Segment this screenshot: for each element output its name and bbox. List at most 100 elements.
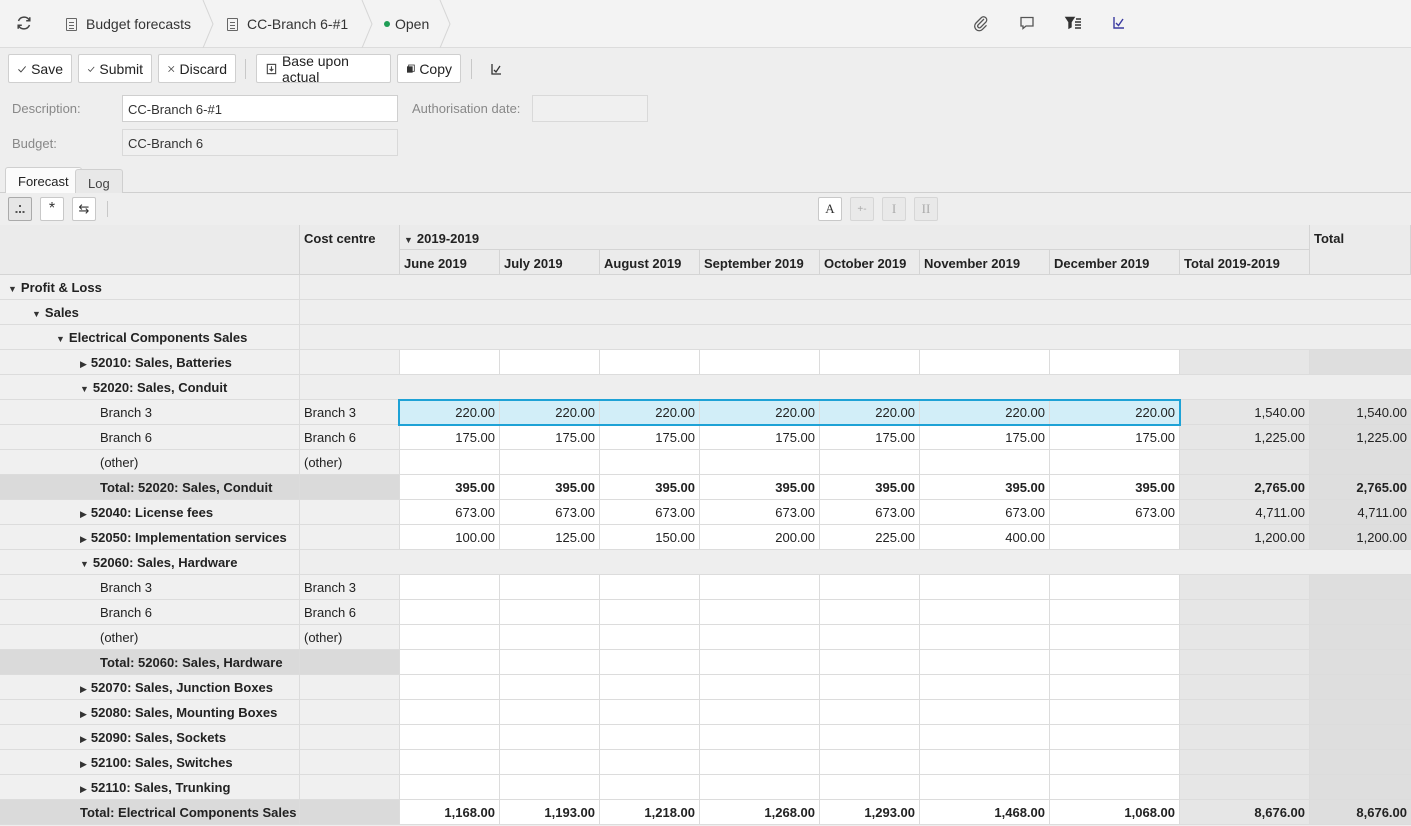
value-cell[interactable]	[1050, 675, 1180, 700]
period-group-header[interactable]: ▼ 2019-2019	[400, 225, 1310, 250]
swap-button[interactable]: ⇆	[72, 197, 96, 221]
value-cell[interactable]: 220.00	[600, 400, 700, 425]
value-cell[interactable]	[920, 575, 1050, 600]
value-cell[interactable]	[700, 700, 820, 725]
value-cell[interactable]	[820, 600, 920, 625]
value-cell[interactable]	[1050, 625, 1180, 650]
row-label[interactable]: ▼ Electrical Components Sales	[0, 325, 300, 350]
value-cell[interactable]	[1050, 775, 1180, 800]
month-header[interactable]: June 2019	[400, 250, 500, 275]
value-cell[interactable]	[920, 700, 1050, 725]
value-cell[interactable]	[600, 600, 700, 625]
value-cell[interactable]	[700, 350, 820, 375]
month-header[interactable]: December 2019	[1050, 250, 1180, 275]
value-cell[interactable]	[1050, 750, 1180, 775]
value-cell[interactable]	[920, 775, 1050, 800]
row-label[interactable]: ▼ Sales	[0, 300, 300, 325]
value-cell[interactable]	[500, 675, 600, 700]
value-cell[interactable]	[600, 450, 700, 475]
value-cell[interactable]	[700, 600, 820, 625]
value-cell[interactable]	[500, 350, 600, 375]
value-cell[interactable]: 673.00	[820, 500, 920, 525]
month-header[interactable]: September 2019	[700, 250, 820, 275]
value-cell[interactable]	[820, 750, 920, 775]
value-cell[interactable]	[600, 350, 700, 375]
value-cell[interactable]: 673.00	[1050, 500, 1180, 525]
collapse-triangle-icon[interactable]: ▼	[80, 384, 89, 394]
copy-button[interactable]: Copy	[397, 54, 461, 83]
value-cell[interactable]	[400, 625, 500, 650]
description-field[interactable]: CC-Branch 6-#1	[122, 95, 398, 122]
value-cell[interactable]	[920, 675, 1050, 700]
value-cell[interactable]	[600, 700, 700, 725]
value-cell[interactable]	[700, 775, 820, 800]
collapse-triangle-icon[interactable]: ▼	[80, 559, 89, 569]
value-cell[interactable]	[500, 775, 600, 800]
expand-triangle-icon[interactable]: ▶	[80, 534, 87, 545]
month-header[interactable]: July 2019	[500, 250, 600, 275]
value-cell[interactable]	[600, 675, 700, 700]
value-cell[interactable]	[400, 725, 500, 750]
expand-all-button[interactable]: *	[40, 197, 64, 221]
value-cell[interactable]	[500, 600, 600, 625]
value-cell[interactable]: 225.00	[820, 525, 920, 550]
value-cell[interactable]	[920, 625, 1050, 650]
discard-button[interactable]: Discard	[158, 54, 236, 83]
expand-triangle-icon[interactable]: ▶	[80, 359, 87, 370]
comment-icon[interactable]	[1018, 14, 1036, 32]
row-label[interactable]: ▶ 52100: Sales, Switches	[0, 750, 300, 775]
value-cell[interactable]: 220.00	[820, 400, 920, 425]
value-cell[interactable]	[820, 450, 920, 475]
row-label[interactable]: ▶ 52070: Sales, Junction Boxes	[0, 675, 300, 700]
submit-button[interactable]: Submit	[78, 54, 152, 83]
refresh-icon[interactable]	[14, 13, 34, 33]
value-cell[interactable]	[400, 600, 500, 625]
filter-list-icon[interactable]	[1064, 14, 1082, 32]
value-cell[interactable]	[400, 700, 500, 725]
value-cell[interactable]: 220.00	[400, 400, 500, 425]
row-label[interactable]: ▶ 52040: License fees	[0, 500, 300, 525]
value-cell[interactable]	[700, 575, 820, 600]
value-cell[interactable]	[600, 775, 700, 800]
month-header[interactable]: October 2019	[820, 250, 920, 275]
value-cell[interactable]	[600, 750, 700, 775]
value-cell[interactable]	[700, 450, 820, 475]
value-cell[interactable]	[920, 725, 1050, 750]
value-cell[interactable]: 175.00	[1050, 425, 1180, 450]
value-cell[interactable]: 220.00	[700, 400, 820, 425]
value-cell[interactable]	[700, 675, 820, 700]
value-cell[interactable]: 220.00	[1050, 400, 1180, 425]
breadcrumb-module[interactable]: Budget forecasts	[66, 0, 191, 48]
value-cell[interactable]: 220.00	[500, 400, 600, 425]
value-cell[interactable]	[820, 625, 920, 650]
value-cell[interactable]	[400, 575, 500, 600]
value-cell[interactable]: 200.00	[700, 525, 820, 550]
value-cell[interactable]	[1050, 350, 1180, 375]
collapse-triangle-icon[interactable]: ▼	[8, 284, 17, 294]
value-cell[interactable]	[920, 350, 1050, 375]
value-cell[interactable]: 175.00	[820, 425, 920, 450]
expand-triangle-icon[interactable]: ▶	[80, 509, 87, 520]
value-cell[interactable]: 673.00	[400, 500, 500, 525]
value-cell[interactable]: 100.00	[400, 525, 500, 550]
row-label[interactable]: ▼ 52020: Sales, Conduit	[0, 375, 300, 400]
expand-triangle-icon[interactable]: ▶	[80, 709, 87, 720]
row-label[interactable]: ▶ 52010: Sales, Batteries	[0, 350, 300, 375]
row-label[interactable]: ▶ 52050: Implementation services	[0, 525, 300, 550]
value-cell[interactable]	[600, 575, 700, 600]
value-cell[interactable]	[400, 775, 500, 800]
value-cell[interactable]: 673.00	[920, 500, 1050, 525]
value-cell[interactable]	[1050, 525, 1180, 550]
collapse-triangle-icon[interactable]: ▼	[32, 309, 41, 319]
value-cell[interactable]: 220.00	[920, 400, 1050, 425]
save-button[interactable]: Save	[8, 54, 72, 83]
row-label[interactable]: ▼ Profit & Loss	[0, 275, 300, 300]
font-button[interactable]: A	[818, 197, 842, 221]
month-header[interactable]: November 2019	[920, 250, 1050, 275]
value-cell[interactable]: 175.00	[920, 425, 1050, 450]
value-cell[interactable]: 673.00	[700, 500, 820, 525]
month-header[interactable]: August 2019	[600, 250, 700, 275]
value-cell[interactable]	[400, 675, 500, 700]
value-cell[interactable]	[700, 625, 820, 650]
collapse-triangle-icon[interactable]: ▼	[56, 334, 65, 344]
